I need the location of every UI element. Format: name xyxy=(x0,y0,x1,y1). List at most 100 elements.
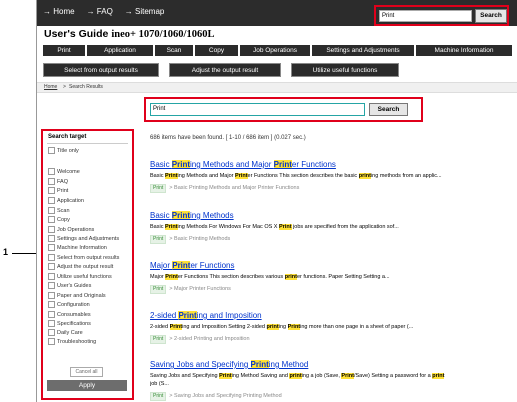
sidebar-filter-item[interactable]: Welcome xyxy=(48,168,80,175)
result-path-text: 2-sided Printing and Imposition xyxy=(174,336,250,342)
header-search-input[interactable]: Print xyxy=(379,10,472,22)
main-nav-scan[interactable]: Scan xyxy=(155,45,193,56)
sidebar-filter-item[interactable]: Settings and Adjustments xyxy=(48,235,119,242)
filter-checkbox[interactable] xyxy=(48,216,55,223)
result-desc-text: Basic xyxy=(150,224,165,230)
result-title-text: ing Methods and Major xyxy=(190,160,274,169)
result-desc-text: ing Method Saving and xyxy=(231,373,290,379)
result-desc-highlight: Print xyxy=(164,173,178,179)
result-category-tag[interactable]: Print xyxy=(150,184,167,193)
header-search-button[interactable]: Search xyxy=(475,9,507,23)
filter-checkbox[interactable] xyxy=(48,273,55,280)
nav-home-link[interactable]: → Home xyxy=(43,7,75,16)
filter-checkbox[interactable] xyxy=(48,207,55,214)
sidebar-filter-item[interactable]: Select from output results xyxy=(48,254,119,261)
main-nav-machine-info[interactable]: Machine Information xyxy=(416,45,512,56)
result-title-link[interactable]: 2-sided Printing and Imposition xyxy=(150,311,262,320)
filter-checkbox[interactable] xyxy=(48,301,55,308)
sidebar-filter-item[interactable]: Configuration xyxy=(48,301,90,308)
filter-checkbox[interactable] xyxy=(48,147,55,154)
sidebar-filter-item[interactable]: Application xyxy=(48,197,84,204)
sidebar-filter-item[interactable]: Daily Care xyxy=(48,329,83,336)
filter-checkbox[interactable] xyxy=(48,235,55,242)
result-desc-text: er functions. Paper Setting Setting a... xyxy=(296,274,390,280)
sidebar-filter-item[interactable]: Troubleshooting xyxy=(48,338,96,345)
breadcrumb-current: Search Results xyxy=(69,84,103,90)
sidebar-title: Search target xyxy=(48,134,87,140)
main-nav-application[interactable]: Application xyxy=(87,45,153,56)
filter-checkbox[interactable] xyxy=(48,263,55,270)
filter-checkbox[interactable] xyxy=(48,329,55,336)
filter-checkbox[interactable] xyxy=(48,311,55,318)
sidebar-filter-item[interactable]: FAQ xyxy=(48,178,68,185)
sidebar-filter-item[interactable]: Consumables xyxy=(48,311,91,318)
result-desc-text: jobs are specified from the application … xyxy=(291,224,399,230)
sidebar-filter-item[interactable]: Print xyxy=(48,187,68,194)
main-nav-job-operations[interactable]: Job Operations xyxy=(240,45,310,56)
sidebar-filter-item[interactable]: Job Operations xyxy=(48,226,94,233)
filter-checkbox[interactable] xyxy=(48,178,55,185)
result-desc-text: er Functions This section describes the … xyxy=(247,173,359,179)
model-name: ineo+ 1070/1060/1060L xyxy=(111,29,215,40)
result-title-text: Basic xyxy=(150,160,172,169)
filter-checkbox[interactable] xyxy=(48,244,55,251)
result-title-link[interactable]: Saving Jobs and Specifying Printing Meth… xyxy=(150,360,308,369)
main-search-button[interactable]: Search xyxy=(369,103,408,116)
result-category-tag[interactable]: Print xyxy=(150,235,167,244)
sidebar-filter-item[interactable]: Adjust the output result xyxy=(48,263,113,270)
nav-faq-link[interactable]: → FAQ xyxy=(87,7,113,16)
sidebar-filter-item[interactable]: User's Guides xyxy=(48,282,91,289)
sub-nav-useful-functions[interactable]: Utilize useful functions xyxy=(291,63,399,77)
result-title-link[interactable]: Basic Printing Methods and Major Printer… xyxy=(150,160,336,169)
cancel-all-button[interactable]: Cancel all xyxy=(70,367,103,377)
result-desc-highlight: Print xyxy=(165,274,178,280)
top-nav: → Home → FAQ → Sitemap xyxy=(43,7,164,16)
result-desc-text: 2-sided xyxy=(150,324,170,330)
result-desc-text: Major xyxy=(150,274,166,280)
result-title-highlight: Print xyxy=(172,261,191,270)
sidebar-filter-item[interactable]: Scan xyxy=(48,207,70,214)
filter-label: Machine Information xyxy=(57,244,107,251)
main-search-highlight: Print Search xyxy=(144,97,423,122)
sidebar-filter-item[interactable]: Copy xyxy=(48,216,70,223)
sidebar-filter-item[interactable]: Machine Information xyxy=(48,244,107,251)
result-desc-highlight: Print xyxy=(341,373,354,379)
result-title-link[interactable]: Basic Printing Methods xyxy=(150,211,234,220)
filter-checkbox[interactable] xyxy=(48,282,55,289)
filter-checkbox[interactable] xyxy=(48,197,55,204)
main-nav-copy[interactable]: Copy xyxy=(195,45,238,56)
result-title-text: ing Method xyxy=(268,360,309,369)
nav-sitemap-link[interactable]: → Sitemap xyxy=(125,7,165,16)
apply-button[interactable]: Apply xyxy=(47,380,127,391)
main-nav-print[interactable]: Print xyxy=(43,45,85,56)
sub-nav-select-output[interactable]: Select from output results xyxy=(43,63,159,77)
result-title-text: Saving Jobs and Specifying xyxy=(150,360,251,369)
filter-checkbox[interactable] xyxy=(48,320,55,327)
breadcrumb-home-link[interactable]: Home xyxy=(44,83,57,92)
filter-label: Scan xyxy=(57,207,70,214)
result-title-text: er Functions xyxy=(190,261,235,270)
filter-checkbox[interactable] xyxy=(48,187,55,194)
result-title-link[interactable]: Major Printer Functions xyxy=(150,261,235,270)
filter-checkbox[interactable] xyxy=(48,338,55,345)
filter-label: Settings and Adjustments xyxy=(57,235,120,242)
result-category-tag[interactable]: Print xyxy=(150,392,167,401)
filter-label: Configuration xyxy=(57,301,90,308)
result-category-tag[interactable]: Print xyxy=(150,335,167,344)
filter-checkbox[interactable] xyxy=(48,292,55,299)
result-path: Print > 2-sided Printing and Imposition xyxy=(150,335,250,344)
sidebar-filter-item[interactable]: Utilize useful functions xyxy=(48,273,112,280)
result-category-tag[interactable]: Print xyxy=(150,285,167,294)
sidebar-filter-item[interactable]: Title only xyxy=(48,147,79,154)
filter-checkbox[interactable] xyxy=(48,226,55,233)
filter-checkbox[interactable] xyxy=(48,254,55,261)
result-title-text: er Functions xyxy=(291,160,336,169)
filter-label: Application xyxy=(57,197,84,204)
main-search-input[interactable]: Print xyxy=(150,103,365,116)
sidebar-filter-item[interactable]: Specifications xyxy=(48,320,91,327)
result-path: Print > Basic Printing Methods xyxy=(150,235,230,244)
sidebar-filter-item[interactable]: Paper and Originals xyxy=(48,292,106,299)
sub-nav-adjust-output[interactable]: Adjust the output result xyxy=(169,63,281,77)
main-nav-settings[interactable]: Settings and Adjustments xyxy=(312,45,414,56)
filter-checkbox[interactable] xyxy=(48,168,55,175)
